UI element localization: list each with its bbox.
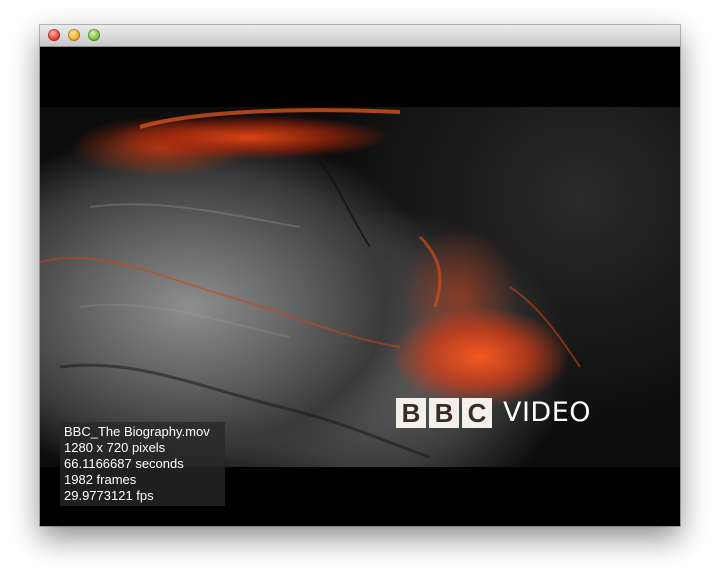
video-frame[interactable]: B B C VIDEO — [40, 107, 680, 467]
info-duration: 66.1166687 seconds — [64, 456, 184, 471]
movie-info-panel: BBC_The Biography.mov 1280 x 720 pixels … — [60, 422, 225, 506]
bbc-letter: B — [429, 398, 459, 428]
info-frames: 1982 frames — [64, 472, 137, 487]
bbc-video-logo: B B C VIDEO — [396, 397, 591, 429]
letterbox-top — [40, 47, 680, 107]
zoom-icon[interactable] — [88, 29, 100, 41]
video-window: B B C VIDEO BBC_The Biography.mov 1280 x… — [40, 25, 680, 526]
close-icon[interactable] — [48, 29, 60, 41]
minimize-icon[interactable] — [68, 29, 80, 41]
info-fps: 29.9773121 fps — [64, 488, 154, 503]
info-filename: BBC_The Biography.mov — [64, 424, 210, 439]
bbc-letter: C — [462, 398, 492, 428]
info-resolution: 1280 x 720 pixels — [64, 440, 166, 455]
bbc-letter: B — [396, 398, 426, 428]
title-bar[interactable] — [40, 25, 680, 47]
video-word: VIDEO — [503, 397, 592, 428]
